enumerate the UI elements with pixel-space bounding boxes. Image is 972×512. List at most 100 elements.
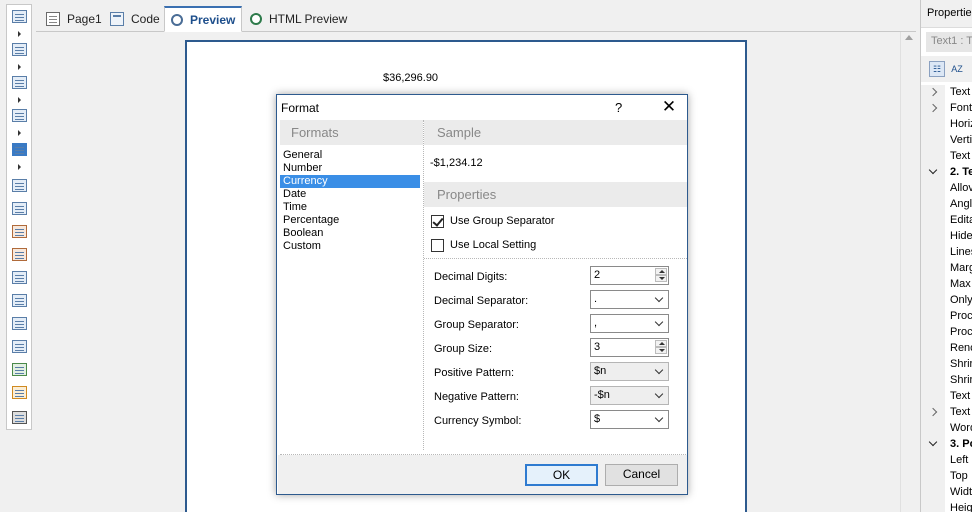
property-category[interactable]: 3. Po — [921, 437, 972, 453]
close-button[interactable]: ✕ — [655, 95, 683, 119]
table-icon[interactable] — [12, 317, 27, 330]
property-row[interactable]: Marg — [921, 261, 972, 277]
section-divider — [424, 258, 687, 259]
property-label: Heig — [950, 502, 972, 512]
property-row[interactable]: Lines — [921, 245, 972, 261]
page-footer-icon[interactable] — [12, 294, 27, 307]
page-header-icon[interactable] — [12, 202, 27, 215]
object-selector[interactable]: Text1 : T — [926, 32, 972, 52]
spin-up-icon[interactable] — [655, 340, 667, 347]
currency-symbol-label: Currency Symbol: — [434, 415, 522, 427]
cross-band-icon[interactable] — [12, 76, 27, 89]
property-row[interactable]: Heig — [921, 501, 972, 512]
expand-arrow-icon[interactable] — [18, 164, 21, 170]
decimal-digits-value: 2 — [594, 269, 601, 281]
use-group-separator-checkbox[interactable] — [431, 215, 444, 228]
tab-bar: Page1 Code Preview HTML Preview — [36, 0, 916, 32]
expand-arrow-icon[interactable] — [18, 97, 21, 103]
spin-up-icon[interactable] — [655, 268, 667, 275]
group-size-spinner[interactable]: 3 — [590, 338, 669, 357]
tab-html-preview[interactable]: HTML Preview — [244, 6, 353, 32]
property-row[interactable]: Text — [921, 85, 972, 101]
chart-icon[interactable] — [12, 386, 27, 399]
row-gutter — [921, 277, 945, 293]
decimal-digits-spinner[interactable]: 2 — [590, 266, 669, 285]
help-button[interactable]: ? — [615, 100, 622, 115]
property-row[interactable]: Proc — [921, 309, 972, 325]
use-local-setting-checkbox[interactable] — [431, 239, 444, 252]
property-row[interactable]: Hide — [921, 229, 972, 245]
property-row[interactable]: Text — [921, 149, 972, 165]
tab-preview[interactable]: Preview — [164, 6, 243, 32]
ok-button[interactable]: OK — [525, 464, 598, 486]
property-row[interactable]: Verti — [921, 133, 972, 149]
property-row[interactable]: Shrir — [921, 373, 972, 389]
currency-symbol-select[interactable]: $ — [590, 410, 669, 429]
spin-buttons[interactable] — [655, 340, 667, 355]
format-item-boolean[interactable]: Boolean — [280, 227, 420, 240]
property-row[interactable]: Allov — [921, 181, 972, 197]
property-row[interactable]: Proc — [921, 325, 972, 341]
format-item-number[interactable]: Number — [280, 162, 420, 175]
group-size-label: Group Size: — [434, 343, 493, 355]
band-icon[interactable] — [12, 10, 27, 23]
dialog-footer: OK Cancel — [278, 455, 687, 494]
format-item-general[interactable]: General — [280, 149, 420, 162]
use-local-setting-label[interactable]: Use Local Setting — [450, 239, 536, 251]
format-item-time[interactable]: Time — [280, 201, 420, 214]
databand-icon[interactable] — [12, 43, 27, 56]
puzzle-icon[interactable] — [12, 143, 27, 156]
property-row[interactable]: Angl — [921, 197, 972, 213]
spin-down-icon[interactable] — [655, 347, 667, 354]
tab-page1[interactable]: Page1 — [40, 6, 108, 32]
negative-pattern-select[interactable]: -$n — [590, 386, 669, 405]
format-item-percentage[interactable]: Percentage — [280, 214, 420, 227]
categorized-icon[interactable]: ☷ — [929, 61, 945, 77]
property-row[interactable]: Renc — [921, 341, 972, 357]
tools-icon[interactable] — [12, 411, 27, 424]
property-category[interactable]: 2. Te — [921, 165, 972, 181]
positive-pattern-select[interactable]: $n — [590, 362, 669, 381]
expand-arrow-icon[interactable] — [18, 64, 21, 70]
property-row[interactable]: Widt — [921, 485, 972, 501]
property-row[interactable]: Left — [921, 453, 972, 469]
alphabetical-sort-icon[interactable]: AZ — [949, 61, 965, 77]
scroll-up-icon[interactable] — [905, 35, 913, 40]
decimal-separator-select[interactable]: . — [590, 290, 669, 309]
chevron-down-icon — [654, 365, 664, 375]
rich-text-icon[interactable] — [12, 248, 27, 261]
group-size-value: 3 — [594, 341, 601, 353]
text-block-icon[interactable] — [12, 340, 27, 353]
property-row[interactable]: Text — [921, 405, 972, 421]
use-group-separator-label[interactable]: Use Group Separator — [450, 215, 555, 227]
formats-list[interactable]: General Number Currency Date Time Percen… — [280, 149, 423, 449]
spin-buttons[interactable] — [655, 268, 667, 283]
property-row[interactable]: Font — [921, 101, 972, 117]
property-row[interactable]: Top — [921, 469, 972, 485]
property-label: Text — [950, 86, 971, 98]
format-item-date[interactable]: Date — [280, 188, 420, 201]
property-row[interactable]: Text — [921, 389, 972, 405]
property-row[interactable]: Only — [921, 293, 972, 309]
picture-icon[interactable] — [12, 363, 27, 376]
cancel-button[interactable]: Cancel — [605, 464, 678, 486]
group-separator-select[interactable]: , — [590, 314, 669, 333]
sample-header: Sample — [424, 120, 687, 145]
spin-down-icon[interactable] — [655, 275, 667, 282]
format-item-custom[interactable]: Custom — [280, 240, 420, 253]
expand-arrow-icon[interactable] — [18, 31, 21, 37]
tab-code[interactable]: Code — [104, 6, 166, 32]
property-row[interactable]: Max — [921, 277, 972, 293]
property-row[interactable]: Shrir — [921, 357, 972, 373]
property-row[interactable]: Word — [921, 421, 972, 437]
text-icon[interactable] — [12, 225, 27, 238]
expand-arrow-icon[interactable] — [18, 130, 21, 136]
property-label: Verti — [950, 134, 972, 146]
image-icon[interactable] — [12, 109, 27, 122]
vertical-scrollbar[interactable] — [900, 32, 917, 512]
property-row[interactable]: Edita — [921, 213, 972, 229]
panel-icon[interactable] — [12, 271, 27, 284]
format-item-currency[interactable]: Currency — [280, 175, 420, 188]
report-title-icon[interactable] — [12, 179, 27, 192]
property-row[interactable]: Horiz — [921, 117, 972, 133]
